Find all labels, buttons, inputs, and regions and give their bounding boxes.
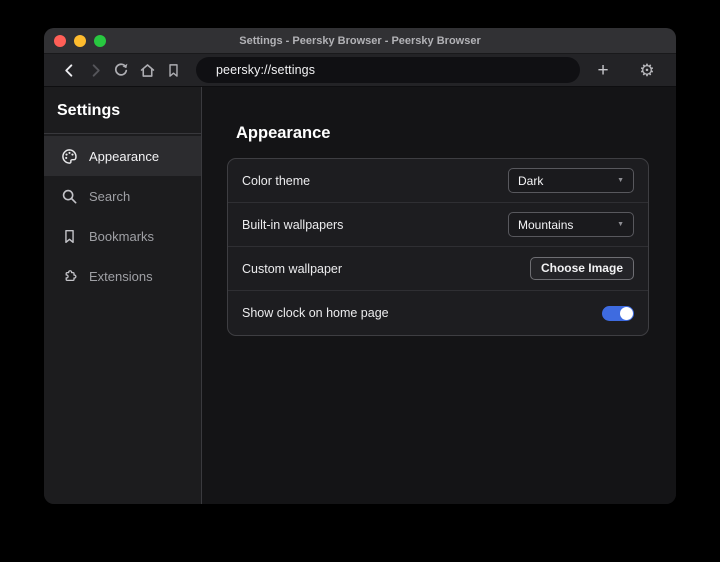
- sidebar-items: Appearance Search Bookmarks: [44, 134, 201, 296]
- settings-button[interactable]: ⚙: [634, 57, 660, 83]
- palette-icon: [61, 148, 78, 165]
- minimize-window-button[interactable]: [74, 35, 86, 47]
- new-tab-button[interactable]: +: [590, 57, 616, 83]
- sidebar-item-label: Bookmarks: [89, 229, 154, 244]
- content-area: Settings Appearance: [44, 87, 676, 504]
- setting-label: Show clock on home page: [242, 306, 389, 320]
- setting-row-show-clock: Show clock on home page: [228, 291, 648, 335]
- select-value: Dark: [518, 174, 543, 188]
- setting-row-builtin-wallpapers: Built-in wallpapers Mountains ▼: [228, 203, 648, 247]
- home-button[interactable]: [134, 57, 160, 83]
- bookmark-icon: [61, 228, 78, 245]
- titlebar: Settings - Peersky Browser - Peersky Bro…: [44, 28, 676, 54]
- navigation-bar: peersky://settings + ⚙: [44, 54, 676, 87]
- color-theme-select[interactable]: Dark ▼: [508, 168, 634, 193]
- chevron-down-icon: ▼: [617, 177, 624, 184]
- reload-icon: [113, 62, 129, 78]
- builtin-wallpapers-select[interactable]: Mountains ▼: [508, 212, 634, 237]
- settings-sidebar: Settings Appearance: [44, 87, 202, 504]
- traffic-lights: [54, 35, 106, 47]
- home-icon: [139, 62, 156, 79]
- window-title: Settings - Peersky Browser - Peersky Bro…: [44, 35, 676, 47]
- select-value: Mountains: [518, 218, 573, 232]
- back-button[interactable]: [56, 57, 82, 83]
- sidebar-item-label: Appearance: [89, 149, 159, 164]
- setting-row-custom-wallpaper: Custom wallpaper Choose Image: [228, 247, 648, 291]
- sidebar-header: Settings: [44, 87, 201, 134]
- forward-icon: [88, 63, 103, 78]
- browser-window: Settings - Peersky Browser - Peersky Bro…: [44, 28, 676, 504]
- toggle-knob: [620, 307, 633, 320]
- setting-label: Built-in wallpapers: [242, 218, 343, 232]
- sidebar-item-appearance[interactable]: Appearance: [44, 136, 201, 176]
- close-window-button[interactable]: [54, 35, 66, 47]
- new-tab-icon: +: [597, 61, 608, 80]
- search-icon: [61, 188, 78, 205]
- setting-row-color-theme: Color theme Dark ▼: [228, 159, 648, 203]
- address-bar-url: peersky://settings: [216, 63, 315, 77]
- sidebar-item-bookmarks[interactable]: Bookmarks: [44, 216, 201, 256]
- setting-label: Color theme: [242, 174, 310, 188]
- bookmark-icon: [166, 63, 181, 78]
- sidebar-item-label: Extensions: [89, 269, 153, 284]
- reload-button[interactable]: [108, 57, 134, 83]
- sidebar-item-label: Search: [89, 189, 130, 204]
- setting-label: Custom wallpaper: [242, 262, 342, 276]
- bookmark-page-button[interactable]: [160, 57, 186, 83]
- sidebar-item-extensions[interactable]: Extensions: [44, 256, 201, 296]
- settings-main-pane: Appearance Color theme Dark ▼ Built-in w…: [202, 87, 676, 504]
- page-title: Appearance: [236, 124, 676, 143]
- back-icon: [62, 63, 77, 78]
- sidebar-title: Settings: [57, 102, 187, 120]
- address-bar[interactable]: peersky://settings: [196, 57, 580, 83]
- sidebar-item-search[interactable]: Search: [44, 176, 201, 216]
- puzzle-icon: [61, 268, 78, 285]
- show-clock-toggle[interactable]: [602, 306, 634, 321]
- appearance-settings-card: Color theme Dark ▼ Built-in wallpapers M…: [227, 158, 649, 336]
- zoom-window-button[interactable]: [94, 35, 106, 47]
- choose-image-button[interactable]: Choose Image: [530, 257, 634, 280]
- settings-gear-icon: ⚙: [639, 62, 654, 79]
- chevron-down-icon: ▼: [617, 221, 624, 228]
- forward-button[interactable]: [82, 57, 108, 83]
